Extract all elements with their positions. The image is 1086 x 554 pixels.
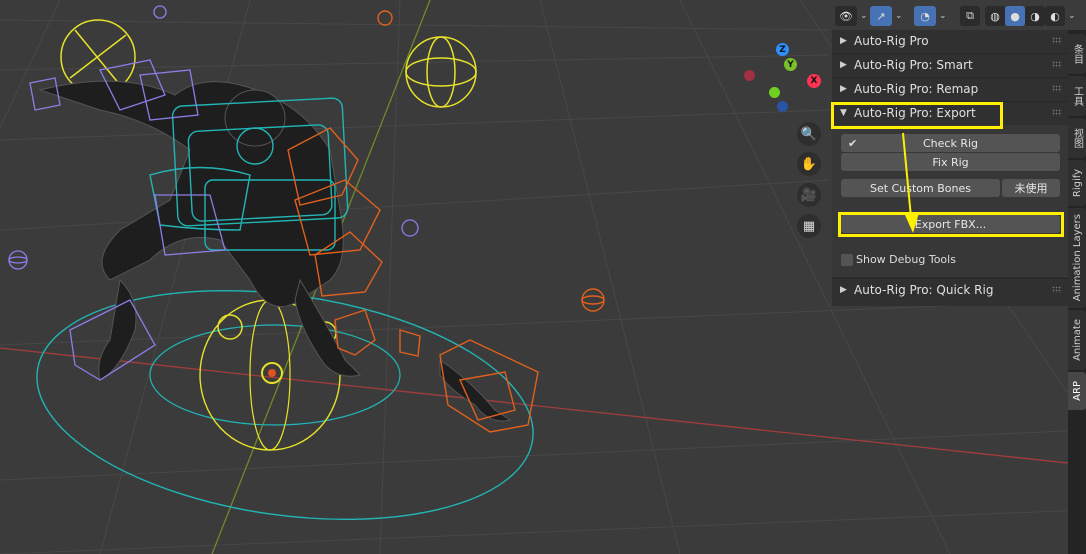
pan-hand-icon[interactable]: ✋ (797, 152, 821, 176)
tab-label: 条目 (1071, 44, 1083, 64)
xray-icon[interactable]: ⧉ (960, 6, 980, 26)
tab-label: Animate (1071, 319, 1083, 361)
visibility-toolbar: 👁 ⌄ (835, 6, 871, 26)
material-shading-icon[interactable]: ◑ (1025, 6, 1045, 26)
gizmo-icon[interactable]: ↗ (870, 6, 892, 26)
panel-header-remap[interactable]: ▶ Auto-Rig Pro: Remap (832, 78, 1068, 100)
chevron-down-icon[interactable]: ⌄ (860, 11, 868, 21)
panel-title: Auto-Rig Pro: Remap (854, 82, 979, 96)
solid-shading-icon[interactable]: ● (1005, 6, 1025, 26)
export-panel-highlight (831, 102, 1003, 129)
unused-button[interactable]: 未使用 (1002, 179, 1060, 197)
chevron-right-icon: ▶ (840, 36, 847, 46)
zoom-icon[interactable]: 🔍 (797, 122, 821, 146)
tab-label: 工具 (1071, 86, 1083, 106)
chevron-down-icon[interactable]: ⌄ (895, 11, 903, 21)
eye-icon[interactable]: 👁 (835, 6, 857, 26)
y-axis-label: Y (787, 59, 794, 70)
tab-item[interactable]: 条目 (1068, 34, 1086, 74)
panel-title: Auto-Rig Pro (854, 34, 929, 48)
tab-rigify[interactable]: Rigify (1068, 160, 1086, 206)
grid-perspective-icon[interactable]: ▦ (797, 214, 821, 238)
check-rig-label: Check Rig (922, 136, 979, 150)
tab-label: ARP (1071, 381, 1083, 401)
set-custom-bones-label: Set Custom Bones (870, 181, 971, 195)
rendered-shading-icon[interactable]: ◐ (1045, 6, 1065, 26)
drag-grip-icon[interactable] (1052, 61, 1062, 68)
tab-animation-layers[interactable]: Animation Layers (1068, 208, 1086, 308)
panel-title: Auto-Rig Pro: Quick Rig (854, 283, 994, 297)
tab-label: Rigify (1071, 168, 1083, 198)
drag-grip-icon[interactable] (1052, 85, 1062, 92)
chevron-down-icon[interactable]: ⌄ (1068, 11, 1076, 21)
check-icon: ✔ (848, 136, 858, 150)
overlay-icon[interactable]: ◔ (914, 6, 936, 26)
gizmo-toolbar: ↗ ⌄ (870, 6, 906, 26)
neg-y-axis-handle[interactable] (769, 87, 780, 98)
tab-animate[interactable]: Animate (1068, 310, 1086, 370)
chevron-right-icon: ▶ (840, 285, 847, 295)
z-axis-label: Z (779, 44, 786, 55)
x-axis-handle[interactable]: X (807, 74, 821, 88)
show-debug-tools-checkbox[interactable] (841, 254, 853, 266)
tab-label: 视图 (1071, 128, 1083, 148)
shading-toolbar: ◍ ● ◑ ◐ ⌄ (985, 6, 1079, 26)
neg-x-axis-handle[interactable] (744, 70, 755, 81)
sidebar-panel: ▶ Auto-Rig Pro ▶ Auto-Rig Pro: Smart ▶ A… (832, 30, 1068, 306)
tab-tool[interactable]: 工具 (1068, 76, 1086, 116)
export-fbx-highlight (838, 212, 1064, 237)
x-axis-label: X (810, 76, 818, 86)
check-rig-button[interactable]: ✔ Check Rig (841, 134, 1060, 152)
z-axis-handle[interactable]: Z (776, 43, 789, 56)
fix-rig-label: Fix Rig (932, 155, 969, 169)
panel-title: Auto-Rig Pro: Smart (854, 58, 973, 72)
fix-rig-button[interactable]: Fix Rig (841, 153, 1060, 171)
chevron-down-icon[interactable]: ⌄ (939, 11, 947, 21)
unused-label: 未使用 (1014, 182, 1048, 195)
chevron-right-icon: ▶ (840, 60, 847, 70)
panel-header-smart[interactable]: ▶ Auto-Rig Pro: Smart (832, 54, 1068, 76)
sidebar-tabs: 条目 工具 视图 Rigify Animation Layers Animate… (1068, 30, 1086, 554)
panel-header-auto-rig-pro[interactable]: ▶ Auto-Rig Pro (832, 30, 1068, 52)
camera-icon[interactable]: 🎥 (797, 183, 821, 207)
panel-header-quick-rig[interactable]: ▶ Auto-Rig Pro: Quick Rig (832, 279, 1068, 301)
tab-arp[interactable]: ARP (1068, 372, 1086, 410)
export-panel-body: ✔ Check Rig Fix Rig Set Custom Bones 未使用… (832, 125, 1068, 277)
drag-grip-icon[interactable] (1052, 286, 1062, 293)
set-custom-bones-button[interactable]: Set Custom Bones (841, 179, 1000, 197)
y-axis-handle[interactable]: Y (784, 58, 797, 71)
overlay-toolbar: ◔ ⌄ (914, 6, 950, 26)
tab-view[interactable]: 视图 (1068, 118, 1086, 158)
xray-toolbar: ⧉ (960, 6, 980, 26)
drag-grip-icon[interactable] (1052, 109, 1062, 116)
tab-label: Animation Layers (1071, 214, 1083, 302)
show-debug-tools-label: Show Debug Tools (856, 253, 956, 266)
chevron-right-icon: ▶ (840, 84, 847, 94)
wireframe-shading-icon[interactable]: ◍ (985, 6, 1005, 26)
drag-grip-icon[interactable] (1052, 37, 1062, 44)
neg-z-axis-handle[interactable] (777, 101, 788, 112)
